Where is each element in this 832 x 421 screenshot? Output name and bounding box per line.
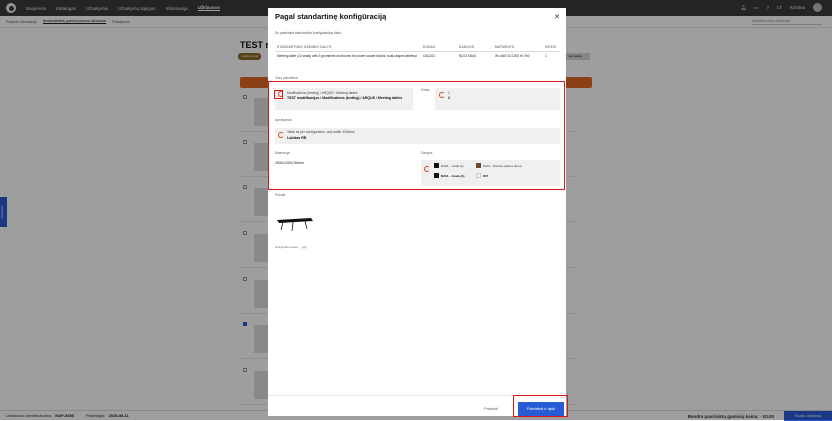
confirm-highlight bbox=[513, 395, 568, 417]
table-preview-image[interactable] bbox=[275, 212, 315, 234]
changes-highlight bbox=[268, 81, 565, 190]
skip-button[interactable]: Praleisti bbox=[484, 406, 498, 411]
table-cell: 1 bbox=[545, 54, 547, 58]
table-row: Meeting table (12 seats) with 3 grommets… bbox=[275, 52, 560, 61]
table-header: DANGOS bbox=[457, 43, 493, 52]
close-icon[interactable]: ✕ bbox=[554, 13, 560, 21]
table-cell: CAQ421 bbox=[423, 54, 436, 58]
table-cell: Meeting table (12 seats) with 3 grommets… bbox=[277, 54, 417, 58]
standard-parts-table: STANDARTINIO GAMINIO DALYS KODAS DANGOS … bbox=[275, 43, 560, 60]
file-name[interactable]: configurator-views-... .jpg bbox=[275, 245, 306, 249]
table-header: KODAS bbox=[421, 43, 457, 52]
changes-section-label: Jūsų pakeitimai bbox=[275, 76, 298, 80]
table-cell: NC01 MA01 bbox=[459, 54, 477, 58]
files-label: Priedai bbox=[275, 193, 286, 197]
modal-title: Pagal standartinę konfigūraciją bbox=[275, 12, 387, 21]
table-header: STANDARTINIO GAMINIO DALYS bbox=[275, 43, 421, 52]
modal-description: Su pasirinkta standartinio konfigūracijo… bbox=[275, 31, 342, 35]
configuration-modal: Pagal standartinę konfigūraciją ✕ Su pas… bbox=[268, 8, 568, 417]
table-header: KIEKIS bbox=[543, 43, 560, 52]
table-header: MATMENYS bbox=[493, 43, 543, 52]
table-cell: W=4300 D=1292 H=760 bbox=[495, 54, 530, 58]
